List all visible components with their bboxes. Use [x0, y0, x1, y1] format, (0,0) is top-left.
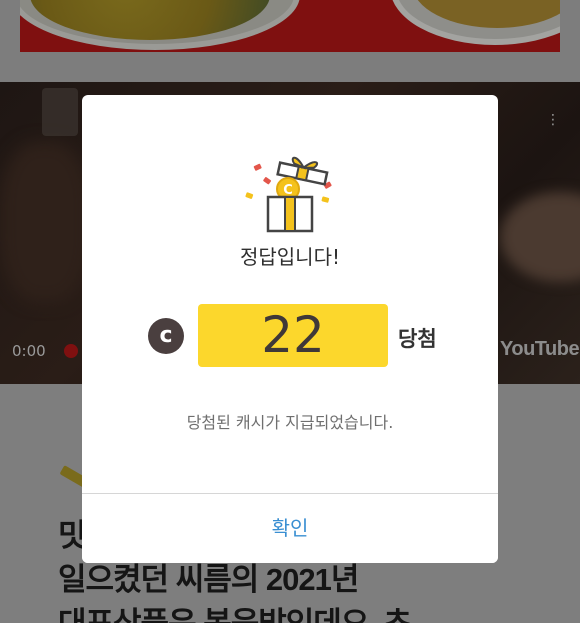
reward-row: c 22 당첨 — [82, 303, 498, 369]
confirm-button[interactable]: 확인 — [82, 494, 498, 563]
screen: ⋮ 0:00 YouTube 밋 일으켰던 씨름의 2021년 대표상품은 복음… — [0, 0, 580, 623]
youtube-logo[interactable]: YouTube — [500, 338, 580, 361]
headline-line: 일으켰던 씨름의 2021년 — [58, 562, 359, 597]
dialog-title: 정답입니다! — [239, 245, 341, 269]
reward-dialog: C 정답입니다! c 22 당첨 당첨된 캐시가 지급되었습니다. 확인 — [82, 95, 498, 563]
more-options-icon[interactable]: ⋮ — [546, 113, 560, 142]
food-image-card — [20, 0, 560, 52]
cash-coin-icon: c — [148, 318, 184, 354]
gift-box-icon: C — [245, 156, 332, 233]
video-frame-detail — [0, 142, 90, 302]
channel-logo — [42, 88, 78, 136]
reward-won-label: 당첨 — [398, 327, 437, 351]
video-frame-detail — [500, 192, 580, 282]
headline-line: 대표상품은 복음밥인데요. 초 — [58, 602, 578, 623]
reward-amount: 22 — [198, 304, 388, 367]
dialog-message: 당첨된 캐시가 지급되었습니다. — [186, 413, 394, 432]
background-top-area — [0, 0, 580, 82]
video-progress-handle[interactable] — [64, 344, 78, 358]
video-timecode: 0:00 — [12, 342, 46, 360]
